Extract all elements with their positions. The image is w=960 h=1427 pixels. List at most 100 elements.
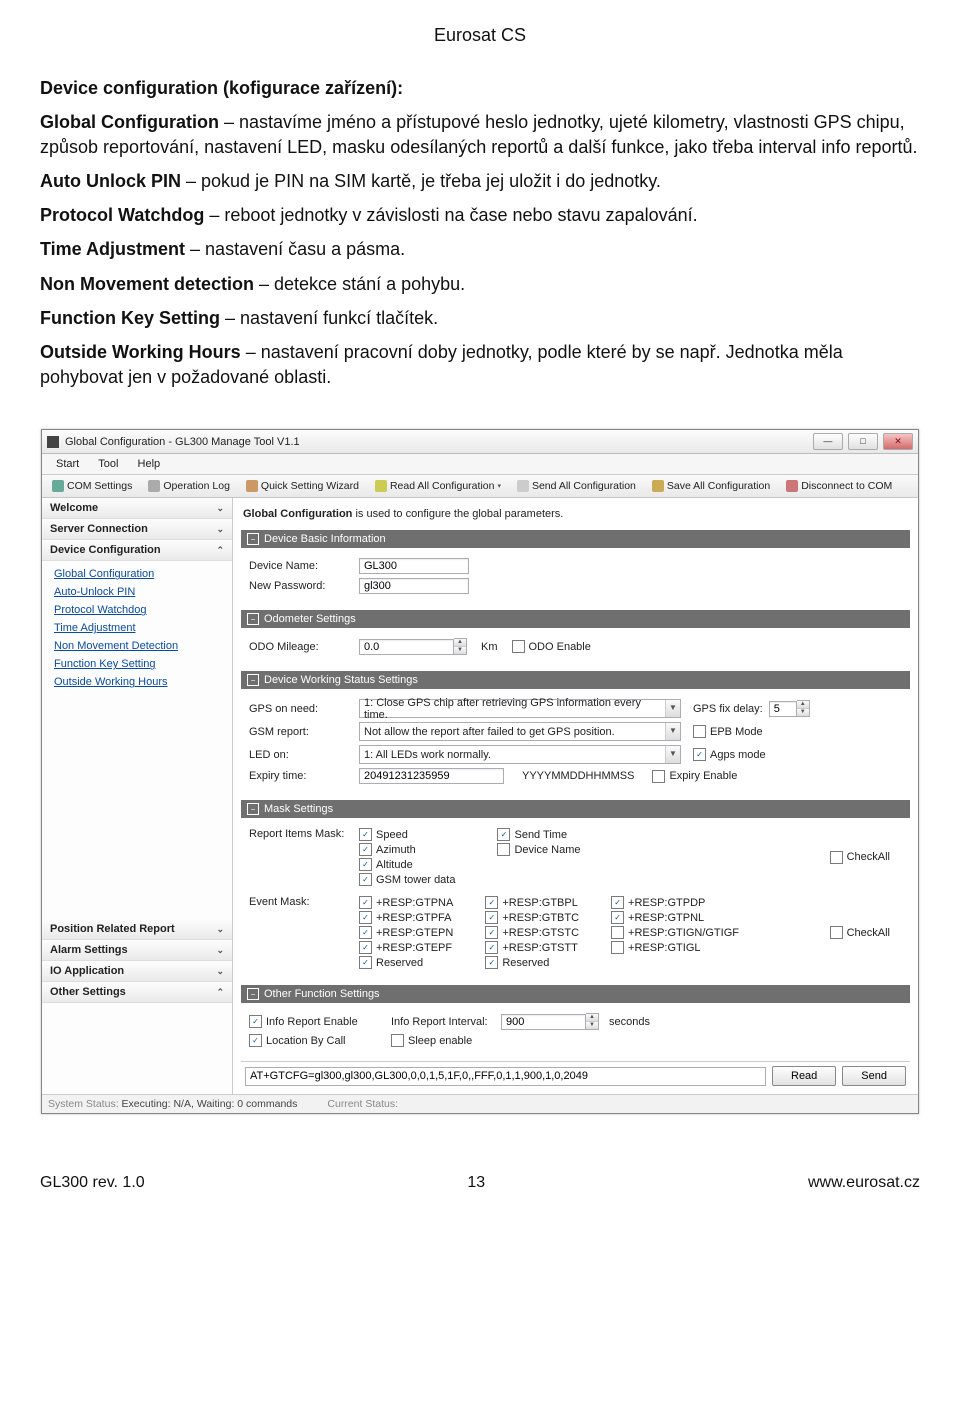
nav-outside-working[interactable]: Outside Working Hours bbox=[54, 673, 232, 691]
tb-send-all[interactable]: Send All Configuration bbox=[512, 478, 641, 494]
tb-quick-wizard[interactable]: Quick Setting Wizard bbox=[241, 478, 364, 494]
cb-em-c1-3[interactable]: ✓+RESP:GTEPF bbox=[359, 941, 453, 954]
minimize-button[interactable]: — bbox=[813, 433, 843, 450]
spinner-buttons[interactable]: ▲▼ bbox=[586, 1013, 599, 1030]
cb-speed[interactable]: ✓Speed bbox=[359, 828, 455, 841]
acc-alarm[interactable]: Alarm Settings⌄ bbox=[42, 940, 232, 961]
cb-sleep-enable[interactable]: Sleep enable bbox=[391, 1034, 472, 1047]
cb-gsm-tower[interactable]: ✓GSM tower data bbox=[359, 873, 455, 886]
menubar: Start Tool Help bbox=[42, 454, 918, 475]
cb-em-c1-4[interactable]: ✓Reserved bbox=[359, 956, 453, 969]
tb-save-all[interactable]: Save All Configuration bbox=[647, 478, 775, 494]
nav-non-movement[interactable]: Non Movement Detection bbox=[54, 637, 232, 655]
acc-server[interactable]: Server Connection⌄ bbox=[42, 519, 232, 540]
sec-working-status[interactable]: −Device Working Status Settings bbox=[241, 671, 910, 689]
menu-tool[interactable]: Tool bbox=[90, 456, 126, 472]
menu-help[interactable]: Help bbox=[130, 456, 169, 472]
info-report-interval-input[interactable] bbox=[501, 1014, 586, 1030]
sec-device-basic[interactable]: −Device Basic Information bbox=[241, 530, 910, 548]
page-footer: GL300 rev. 1.0 13 www.eurosat.cz bbox=[0, 1134, 960, 1212]
device-name-input[interactable] bbox=[359, 558, 469, 574]
chevron-up-icon: ⌃ bbox=[216, 545, 224, 556]
nav-auto-unlock-pin[interactable]: Auto-Unlock PIN bbox=[54, 583, 232, 601]
cb-em-c3-1[interactable]: ✓+RESP:GTPNL bbox=[611, 911, 739, 924]
new-password-label: New Password: bbox=[249, 580, 359, 592]
odo-mileage-input[interactable] bbox=[359, 639, 454, 655]
agps-mode-checkbox[interactable]: ✓Agps mode bbox=[693, 748, 766, 761]
tb-disconnect[interactable]: Disconnect to COM bbox=[781, 478, 897, 494]
cb-azimuth[interactable]: ✓Azimuth bbox=[359, 843, 455, 856]
gsm-report-combo[interactable]: Not allow the report after failed to get… bbox=[359, 722, 681, 741]
tb-com-settings[interactable]: COM Settings bbox=[47, 478, 137, 494]
odo-mileage-label: ODO Mileage: bbox=[249, 641, 359, 653]
cb-em-c3-3[interactable]: +RESP:GTIGL bbox=[611, 941, 739, 954]
spinner-buttons[interactable]: ▲▼ bbox=[797, 700, 810, 717]
acc-other[interactable]: Other Settings⌃ bbox=[42, 982, 232, 1003]
para-ta: Time Adjustment – nastavení času a pásma… bbox=[40, 237, 920, 261]
app-icon bbox=[47, 436, 59, 448]
titlebar: Global Configuration - GL300 Manage Tool… bbox=[42, 430, 918, 455]
epb-mode-checkbox[interactable]: EPB Mode bbox=[693, 725, 763, 738]
acc-device-config[interactable]: Device Configuration⌃ bbox=[42, 540, 232, 561]
chevron-down-icon: ⌄ bbox=[216, 503, 224, 514]
cb-em-c2-3[interactable]: ✓+RESP:GTSTT bbox=[485, 941, 579, 954]
new-password-input[interactable] bbox=[359, 578, 469, 594]
cb-em-c1-2[interactable]: ✓+RESP:GTEPN bbox=[359, 926, 453, 939]
cb-em-c3-2[interactable]: +RESP:GTIGN/GTIGF bbox=[611, 926, 739, 939]
gsm-report-label: GSM report: bbox=[249, 726, 359, 738]
acc-position-report[interactable]: Position Related Report⌄ bbox=[42, 919, 232, 940]
cb-location-by-call[interactable]: ✓Location By Call bbox=[249, 1034, 379, 1047]
seconds-label: seconds bbox=[609, 1016, 650, 1028]
cb-em-c2-2[interactable]: ✓+RESP:GTSTC bbox=[485, 926, 579, 939]
cb-send-time[interactable]: ✓Send Time bbox=[497, 828, 580, 841]
cb-device-name[interactable]: Device Name bbox=[497, 843, 580, 856]
nav-protocol-watchdog[interactable]: Protocol Watchdog bbox=[54, 601, 232, 619]
sec-mask[interactable]: −Mask Settings bbox=[241, 800, 910, 818]
tb-operation-log[interactable]: Operation Log bbox=[143, 478, 235, 494]
gps-on-need-combo[interactable]: 1: Close GPS chip after retrieving GPS i… bbox=[359, 699, 681, 718]
acc-welcome[interactable]: Welcome⌄ bbox=[42, 498, 232, 519]
cb-info-report-enable[interactable]: ✓Info Report Enable bbox=[249, 1015, 379, 1028]
expiry-enable-checkbox[interactable]: Expiry Enable bbox=[652, 770, 737, 783]
cb-em-c2-1[interactable]: ✓+RESP:GTBTC bbox=[485, 911, 579, 924]
close-button[interactable]: ✕ bbox=[883, 433, 913, 450]
command-input[interactable] bbox=[245, 1067, 766, 1086]
sidebar: Welcome⌄ Server Connection⌄ Device Confi… bbox=[42, 498, 233, 1094]
footer-right: www.eurosat.cz bbox=[808, 1174, 920, 1192]
send-button[interactable]: Send bbox=[842, 1066, 906, 1086]
cb-em-c2-4[interactable]: ✓Reserved bbox=[485, 956, 579, 969]
odo-enable-checkbox[interactable]: ODO Enable bbox=[512, 640, 591, 653]
nav-time-adjustment[interactable]: Time Adjustment bbox=[54, 619, 232, 637]
cb-em-c1-1[interactable]: ✓+RESP:GTPFA bbox=[359, 911, 453, 924]
para-auto: Auto Unlock PIN – pokud je PIN na SIM ka… bbox=[40, 169, 920, 193]
nav-function-key[interactable]: Function Key Setting bbox=[54, 655, 232, 673]
para-pw: Protocol Watchdog – reboot jednotky v zá… bbox=[40, 203, 920, 227]
expiry-time-input[interactable] bbox=[359, 768, 504, 784]
system-status-value: Executing: N/A, Waiting: 0 commands bbox=[122, 1098, 298, 1110]
maximize-button[interactable]: □ bbox=[848, 433, 878, 450]
read-button[interactable]: Read bbox=[772, 1066, 836, 1086]
footer-left: GL300 rev. 1.0 bbox=[40, 1174, 145, 1192]
collapse-icon: − bbox=[247, 988, 259, 1000]
para-nm: Non Movement detection – detekce stání a… bbox=[40, 272, 920, 296]
gps-fix-delay-input[interactable] bbox=[769, 701, 797, 717]
device-name-label: Device Name: bbox=[249, 560, 359, 572]
nav-global-config[interactable]: Global Configuration bbox=[54, 565, 232, 583]
led-on-combo[interactable]: 1: All LEDs work normally.▼ bbox=[359, 745, 681, 764]
cb-checkall-rim[interactable]: CheckAll bbox=[830, 828, 890, 886]
acc-io[interactable]: IO Application⌄ bbox=[42, 961, 232, 982]
cb-em-c3-0[interactable]: ✓+RESP:GTPDP bbox=[611, 896, 739, 909]
log-icon bbox=[148, 480, 160, 492]
chevron-down-icon: ▼ bbox=[665, 723, 680, 740]
cb-altitude[interactable]: ✓Altitude bbox=[359, 858, 455, 871]
sec-other-func[interactable]: −Other Function Settings bbox=[241, 985, 910, 1003]
cb-checkall-em[interactable]: CheckAll bbox=[830, 896, 890, 969]
tb-read-all[interactable]: Read All Configuration ▾ bbox=[370, 478, 506, 494]
sec-odometer[interactable]: −Odometer Settings bbox=[241, 610, 910, 628]
cb-em-c1-0[interactable]: ✓+RESP:GTPNA bbox=[359, 896, 453, 909]
menu-start[interactable]: Start bbox=[48, 456, 87, 472]
cb-em-c2-0[interactable]: ✓+RESP:GTBPL bbox=[485, 896, 579, 909]
info-report-interval-label: Info Report Interval: bbox=[391, 1016, 501, 1028]
wizard-icon bbox=[246, 480, 258, 492]
spinner-buttons[interactable]: ▲▼ bbox=[454, 638, 467, 655]
